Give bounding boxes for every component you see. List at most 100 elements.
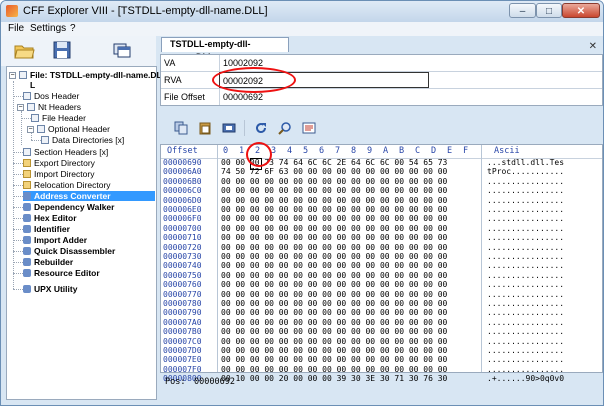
maximize-button[interactable]: □ [536,3,562,18]
hex-row[interactable]: 00000780 00 00 00 00 00 00 00 00 00 00 00… [161,299,602,308]
tree-item-rebuilder[interactable]: Rebuilder [23,257,73,267]
row-bytes[interactable]: 00 00 00 00 00 00 00 00 00 00 00 00 00 0… [221,308,447,317]
row-bytes[interactable]: 00 00 00 00 00 00 00 00 00 00 00 00 00 0… [221,365,447,374]
row-ascii[interactable]: ................ [487,177,564,186]
row-bytes[interactable]: 00 00 00 00 00 00 00 00 00 00 00 00 00 0… [221,327,447,336]
tree-root-file[interactable]: File: TSTDLL-empty-dll-name.DL [19,70,162,80]
hex-row[interactable]: 000006E0 00 00 00 00 00 00 00 00 00 00 00… [161,205,602,214]
row-ascii[interactable]: ................ [487,186,564,195]
row-ascii[interactable]: ................ [487,308,564,317]
collapse-icon[interactable]: − [27,126,34,133]
row-bytes[interactable]: 00 00 00 00 00 00 00 00 00 00 00 00 00 0… [221,224,447,233]
hex-row[interactable]: 000007E0 00 00 00 00 00 00 00 00 00 00 00… [161,355,602,364]
open-folder-icon[interactable] [13,39,35,61]
hex-row[interactable]: 00000690 00 00 00 73 74 64 6C 6C 2E 64 6C… [161,158,602,167]
tree-item-identifier[interactable]: Identifier [23,224,70,234]
menu-file[interactable]: File [8,23,24,34]
tree-item-section-headers[interactable]: Section Headers [x] [23,147,108,157]
tree-item-dependency-walker[interactable]: Dependency Walker [23,202,114,212]
copy-icon[interactable] [174,121,188,135]
hex-row[interactable]: 00000770 00 00 00 00 00 00 00 00 00 00 00… [161,290,602,299]
row-ascii[interactable]: ................ [487,318,564,327]
row-ascii[interactable]: ................ [487,299,564,308]
row-bytes[interactable]: 00 00 00 00 00 00 00 00 00 00 00 00 00 0… [221,261,447,270]
tree-item-hex-editor[interactable]: Hex Editor [23,213,77,223]
row-ascii[interactable]: ................ [487,337,564,346]
tree-item-import-directory[interactable]: Import Directory [23,169,94,179]
row-ascii[interactable]: ................ [487,365,564,374]
tree-item-file-header[interactable]: File Header [31,113,86,123]
hex-row[interactable]: 000007A0 00 00 00 00 00 00 00 00 00 00 00… [161,318,602,327]
hex-editor-panel[interactable]: Offset 0 1 2 3 4 5 6 7 8 9 A B C D E F A… [160,144,603,383]
hex-row[interactable]: 00000760 00 00 00 00 00 00 00 00 00 00 00… [161,280,602,289]
hex-row[interactable]: 000007B0 00 00 00 00 00 00 00 00 00 00 00… [161,327,602,336]
menu-help[interactable]: ? [70,23,76,34]
paste-icon[interactable] [198,121,212,135]
tree-item-quick-disassembler[interactable]: Quick Disassembler [23,246,115,256]
row-bytes[interactable]: 00 00 00 00 00 00 00 00 00 00 00 00 00 0… [221,186,447,195]
hex-row[interactable]: 000006D0 00 00 00 00 00 00 00 00 00 00 00… [161,196,602,205]
tree-item-relocation-directory[interactable]: Relocation Directory [23,180,111,190]
row-bytes[interactable]: 00 00 00 00 00 00 00 00 00 00 00 00 00 0… [221,271,447,280]
hex-row[interactable]: 000006A0 74 50 72 6F 63 00 00 00 00 00 00… [161,167,602,176]
row-bytes[interactable]: 00 00 00 00 00 00 00 00 00 00 00 00 00 0… [221,337,447,346]
close-tab-icon[interactable]: ✕ [589,41,597,52]
hex-row[interactable]: 000007F0 00 00 00 00 00 00 00 00 00 00 00… [161,365,602,374]
collapse-icon[interactable]: − [9,72,16,79]
row-ascii[interactable]: ................ [487,205,564,214]
windows-icon[interactable] [111,39,133,61]
menu-settings[interactable]: Settings [30,23,66,34]
hex-row[interactable]: 00000740 00 00 00 00 00 00 00 00 00 00 00… [161,261,602,270]
row-ascii[interactable]: ................ [487,196,564,205]
hex-row[interactable]: 00000730 00 00 00 00 00 00 00 00 00 00 00… [161,252,602,261]
row-ascii[interactable]: ................ [487,214,564,223]
tree-item-optional-header[interactable]: Optional Header [37,124,110,134]
row-ascii[interactable]: ................ [487,280,564,289]
row-bytes[interactable]: 00 00 00 00 00 00 00 00 00 00 00 00 00 0… [221,177,447,186]
tree-item-import-adder[interactable]: Import Adder [23,235,87,245]
row-ascii[interactable]: ...stdll.dll.Tes [487,158,564,167]
row-bytes[interactable]: 00 00 00 00 00 00 00 00 00 00 00 00 00 0… [221,252,447,261]
select-block-icon[interactable] [222,121,236,135]
row-bytes[interactable]: 00 00 00 00 00 00 00 00 00 00 00 00 00 0… [221,205,447,214]
goto-offset-icon[interactable] [302,121,316,135]
row-bytes[interactable]: 00 00 00 00 00 00 00 00 00 00 00 00 00 0… [221,299,447,308]
close-button[interactable]: ✕ [562,3,600,18]
row-ascii[interactable]: ................ [487,224,564,233]
tree-item-dos-header[interactable]: Dos Header [23,91,79,101]
hex-row[interactable]: 00000710 00 00 00 00 00 00 00 00 00 00 00… [161,233,602,242]
row-ascii[interactable]: ................ [487,233,564,242]
row-ascii[interactable]: tProc........... [487,167,564,176]
row-bytes[interactable]: 00 00 00 00 00 00 00 00 00 00 00 00 00 0… [221,290,447,299]
tab-document[interactable]: TSTDLL-empty-dll-name.DLL [161,37,289,62]
row-bytes[interactable]: 00 00 00 00 00 00 00 00 00 00 00 00 00 0… [221,233,447,242]
row-bytes[interactable]: 00 00 00 00 00 00 00 00 00 00 00 00 00 0… [221,346,447,355]
row-bytes[interactable]: 74 50 72 6F 63 00 00 00 00 00 00 00 00 0… [221,167,447,176]
tree-item-upx-utility[interactable]: UPX Utility [23,284,77,294]
tree-item-address-converter[interactable]: Address Converter [23,191,155,201]
row-bytes[interactable]: 00 00 00 00 00 00 00 00 00 00 00 00 00 0… [221,196,447,205]
tree-item-nt-headers[interactable]: Nt Headers [27,102,81,112]
row-ascii[interactable]: ................ [487,252,564,261]
row-ascii[interactable]: ................ [487,243,564,252]
collapse-icon[interactable]: − [17,104,24,111]
refresh-icon[interactable] [254,121,268,135]
hex-row[interactable]: 000006F0 00 00 00 00 00 00 00 00 00 00 00… [161,214,602,223]
row-ascii[interactable]: ................ [487,261,564,270]
hex-row[interactable]: 00000750 00 00 00 00 00 00 00 00 00 00 00… [161,271,602,280]
row-ascii[interactable]: ................ [487,346,564,355]
hex-row[interactable]: 000007D0 00 00 00 00 00 00 00 00 00 00 00… [161,346,602,355]
hex-row[interactable]: 000006C0 00 00 00 00 00 00 00 00 00 00 00… [161,186,602,195]
tree-item-data-directories[interactable]: Data Directories [x] [41,135,124,145]
row-bytes[interactable]: 00 00 00 00 00 00 00 00 00 00 00 00 00 0… [221,214,447,223]
tree-item-resource-editor[interactable]: Resource Editor [23,268,100,278]
row-ascii[interactable]: ................ [487,355,564,364]
hex-row[interactable]: 00000790 00 00 00 00 00 00 00 00 00 00 00… [161,308,602,317]
row-bytes[interactable]: 00 00 00 00 00 00 00 00 00 00 00 00 00 0… [221,280,447,289]
hex-row[interactable]: 00000720 00 00 00 00 00 00 00 00 00 00 00… [161,243,602,252]
row-bytes[interactable]: 00 00 00 00 00 00 00 00 00 00 00 00 00 0… [221,318,447,327]
hex-row[interactable]: 000007C0 00 00 00 00 00 00 00 00 00 00 00… [161,337,602,346]
row-ascii[interactable]: ................ [487,290,564,299]
row-ascii[interactable]: ................ [487,327,564,336]
row-ascii[interactable]: ................ [487,271,564,280]
